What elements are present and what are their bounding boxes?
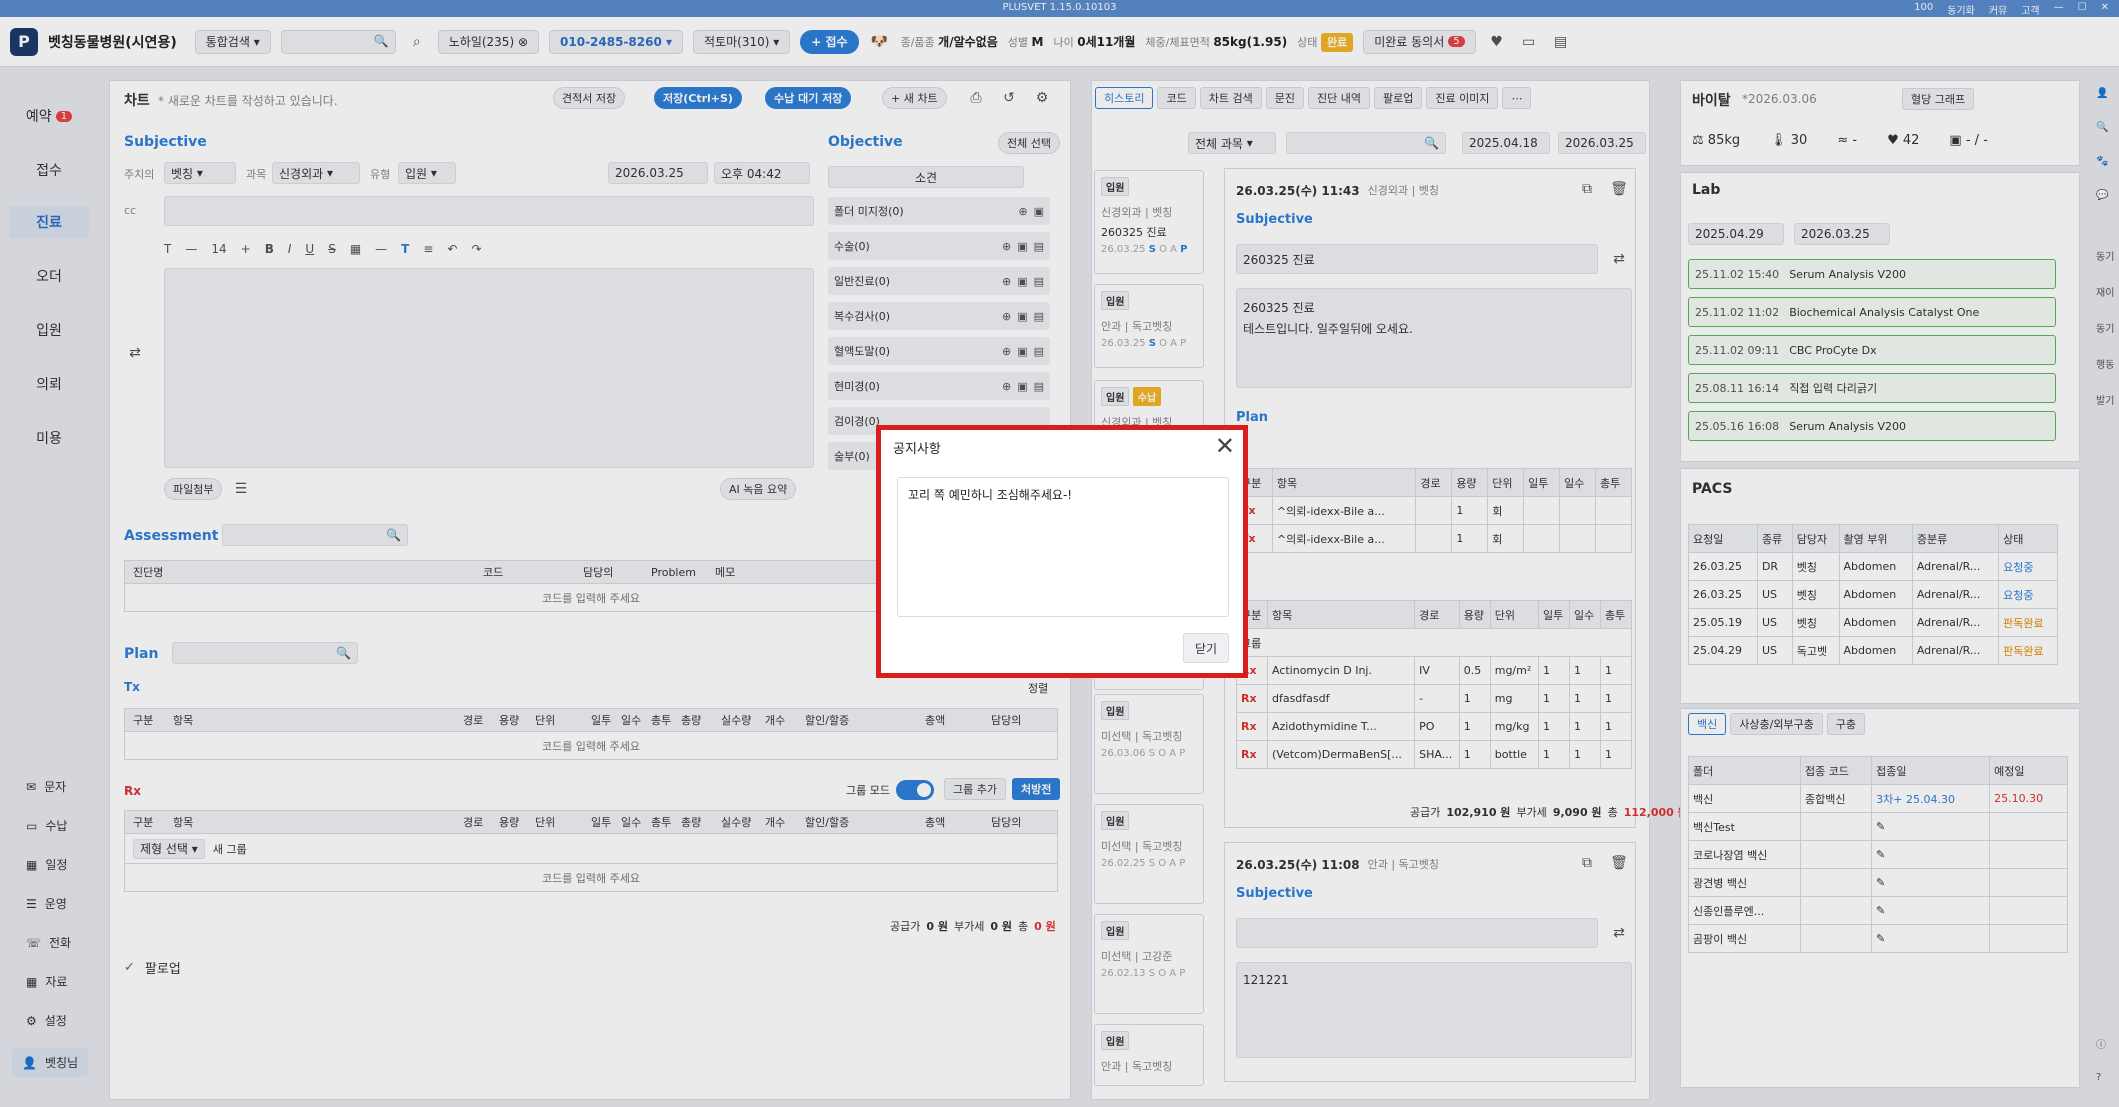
- close-icon[interactable]: ✕: [1215, 432, 1235, 460]
- notice-modal: 공지사항 ✕ 꼬리 쪽 예민하니 조심해주세요-! 닫기: [876, 425, 1248, 678]
- modal-title: 공지사항: [893, 442, 941, 457]
- close-button[interactable]: 닫기: [1183, 633, 1229, 663]
- notice-message: 꼬리 쪽 예민하니 조심해주세요-!: [897, 477, 1229, 617]
